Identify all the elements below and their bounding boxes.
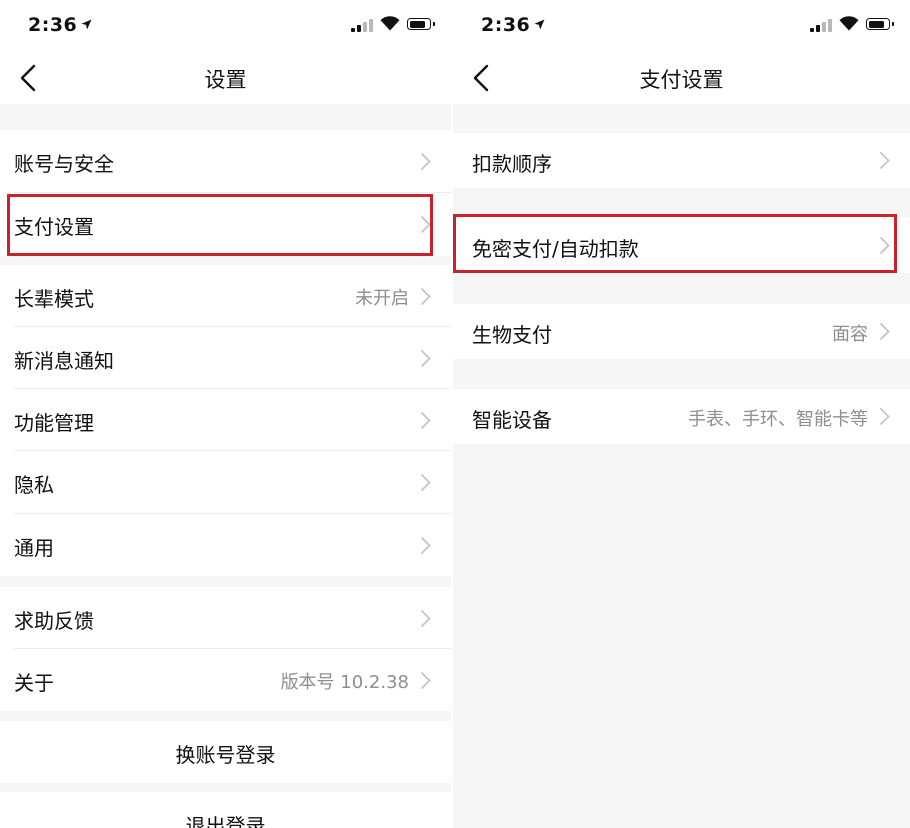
location-arrow-icon [534,19,545,30]
settings-item-feature-management[interactable]: 功能管理 [0,389,451,451]
logout-button[interactable]: 退出登录 [0,792,451,828]
payment-item-smart-device[interactable]: 智能设备 手表、手环、智能卡等 [453,389,910,444]
page-title: 支付设置 [639,68,724,92]
settings-item-account-security[interactable]: 账号与安全 [0,130,451,193]
settings-item-label: 通用 [14,536,54,560]
status-time: 2:36 [481,14,531,36]
chevron-right-icon [420,349,431,368]
settings-item-help-feedback[interactable]: 求助反馈 [0,587,451,649]
settings-item-label: 求助反馈 [14,609,94,633]
settings-item-value: 未开启 [355,288,409,309]
settings-item-label: 长辈模式 [14,287,94,311]
page-title: 设置 [204,68,247,92]
location-arrow-icon [81,19,92,30]
payment-item-value: 面容 [832,324,868,345]
switch-account-label: 换账号登录 [175,743,276,767]
payment-item-value: 手表、手环、智能卡等 [688,409,868,430]
wifi-icon [839,16,859,31]
status-time-group: 2:36 [28,14,92,36]
chevron-right-icon [420,473,431,492]
settings-item-label: 账号与安全 [14,152,114,176]
nav-bar: 设置 [0,52,451,104]
chevron-right-icon [879,151,890,170]
settings-screen: 2:36 设置 账号与安全 支付设置 长辈模式 未开启 新消息通知 功能管理 隐… [0,0,451,828]
nav-bar: 支付设置 [453,52,910,104]
chevron-right-icon [420,609,431,628]
wifi-icon [380,16,400,31]
settings-item-elder-mode[interactable]: 长辈模式 未开启 [0,265,451,327]
payment-item-deduction-order[interactable]: 扣款顺序 [453,133,910,188]
settings-item-privacy[interactable]: 隐私 [0,451,451,514]
chevron-right-icon [420,287,431,306]
version-number: 版本号 10.2.38 [280,672,409,693]
cellular-signal-icon [351,19,373,32]
chevron-right-icon [420,152,431,171]
payment-item-label: 智能设备 [472,408,552,432]
payment-settings-screen: 2:36 支付设置 扣款顺序 免密支付/自动扣款 生物支付 面容 智能设备 手表… [453,0,910,828]
battery-icon [407,18,435,30]
status-bar: 2:36 [453,0,910,52]
highlight-box [453,214,897,273]
battery-icon [866,18,894,30]
status-time: 2:36 [28,14,78,36]
status-time-group: 2:36 [481,14,545,36]
chevron-right-icon [879,407,890,426]
settings-item-general[interactable]: 通用 [0,514,451,576]
payment-item-biometric[interactable]: 生物支付 面容 [453,304,910,359]
settings-item-label: 功能管理 [14,411,94,435]
settings-item-label: 新消息通知 [14,349,114,373]
switch-account-button[interactable]: 换账号登录 [0,721,451,783]
status-bar: 2:36 [0,0,451,52]
settings-item-about[interactable]: 关于 版本号 10.2.38 [0,649,451,711]
chevron-right-icon [420,536,431,555]
cellular-signal-icon [810,19,832,32]
highlight-box [7,194,433,256]
chevron-right-icon [420,411,431,430]
logout-label: 退出登录 [185,814,266,828]
settings-item-label: 隐私 [14,473,54,497]
settings-item-label: 关于 [14,671,54,695]
payment-item-label: 生物支付 [472,323,552,347]
chevron-right-icon [879,322,890,341]
chevron-right-icon [420,671,431,690]
settings-item-notifications[interactable]: 新消息通知 [0,327,451,389]
payment-item-label: 扣款顺序 [472,152,552,176]
